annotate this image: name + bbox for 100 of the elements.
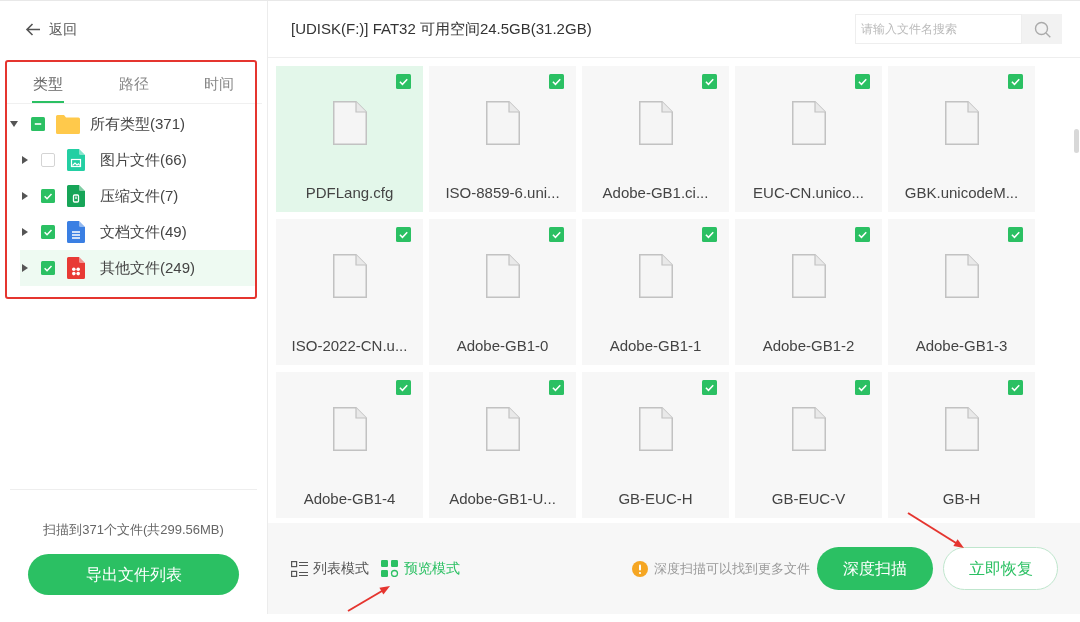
checkbox[interactable] xyxy=(41,261,55,275)
tree-item[interactable]: 文档文件(49) xyxy=(20,214,255,250)
file-name: GBK.unicodeM... xyxy=(904,183,1019,203)
file-tile[interactable]: ISO-8859-6.uni... xyxy=(429,66,576,212)
file-name: Adobe-GB1.ci... xyxy=(602,183,709,203)
archive-file-icon xyxy=(67,185,85,207)
drive-info-title: [UDISK(F:)] FAT32 可用空间24.5GB(31.2GB) xyxy=(291,18,592,39)
caret-icon[interactable] xyxy=(10,120,18,128)
file-tile[interactable]: GB-EUC-V xyxy=(735,372,882,518)
file-icon xyxy=(791,254,826,298)
file-icon xyxy=(944,254,979,298)
caret-icon[interactable] xyxy=(21,192,29,200)
tree-item[interactable]: 图片文件(66) xyxy=(20,142,255,178)
tree-label: 压缩文件(7) xyxy=(100,185,179,206)
file-icon xyxy=(485,254,520,298)
search-icon xyxy=(1033,20,1051,38)
file-icon xyxy=(485,101,520,145)
document-file-icon xyxy=(67,221,85,243)
file-name: EUC-CN.unico... xyxy=(753,183,864,203)
file-name: GB-H xyxy=(942,489,981,509)
file-tile[interactable]: Adobe-GB1-4 xyxy=(276,372,423,518)
checkbox[interactable] xyxy=(41,153,55,167)
list-icon xyxy=(291,560,308,577)
tab[interactable]: 类型 xyxy=(31,62,64,103)
file-icon xyxy=(944,407,979,451)
checkbox[interactable] xyxy=(549,380,564,395)
search-field[interactable]: 请输入文件名搜索 xyxy=(855,14,1022,44)
file-name: ISO-8859-6.uni... xyxy=(445,183,560,203)
file-name: Adobe-GB1-4 xyxy=(303,489,396,509)
warning-icon xyxy=(632,560,648,577)
file-icon xyxy=(332,101,367,145)
file-tile[interactable]: Adobe-GB1.ci... xyxy=(582,66,729,212)
scan-summary: 扫描到371个文件(共299.56MB) xyxy=(42,521,225,539)
checkbox[interactable] xyxy=(396,380,411,395)
hint-text: 深度扫描可以找到更多文件 xyxy=(654,559,810,578)
file-icon xyxy=(791,407,826,451)
tree-item[interactable]: 压缩文件(7) xyxy=(20,178,255,214)
grid-icon xyxy=(381,560,399,577)
back-button[interactable]: 返回 xyxy=(25,19,77,40)
checkbox[interactable] xyxy=(31,117,45,131)
tree-label: 其他文件(249) xyxy=(100,257,196,278)
checkbox[interactable] xyxy=(855,227,870,242)
file-icon xyxy=(332,407,367,451)
checkbox[interactable] xyxy=(396,74,411,89)
caret-icon[interactable] xyxy=(21,228,29,236)
file-tile[interactable]: ISO-2022-CN.u... xyxy=(276,219,423,365)
file-tile[interactable]: GBK.unicodeM... xyxy=(888,66,1035,212)
file-name: PDFLang.cfg xyxy=(305,183,394,203)
file-tile[interactable]: Adobe-GB1-1 xyxy=(582,219,729,365)
tree-item[interactable]: 其他文件(249) xyxy=(20,250,255,286)
tree-item[interactable]: 所有类型(371) xyxy=(0,106,267,142)
annotation-arrow xyxy=(906,511,966,550)
file-name: GB-EUC-V xyxy=(771,489,846,509)
folder-icon xyxy=(56,114,80,134)
caret-icon[interactable] xyxy=(21,156,29,164)
file-icon xyxy=(638,407,673,451)
file-name: Adobe-GB1-2 xyxy=(762,336,855,356)
list-view-button[interactable]: 列表模式 xyxy=(291,558,369,579)
arrow-left-icon xyxy=(25,23,41,36)
file-name: Adobe-GB1-0 xyxy=(456,336,549,356)
checkbox[interactable] xyxy=(1008,380,1023,395)
file-name: GB-EUC-H xyxy=(618,489,693,509)
search-button[interactable] xyxy=(1022,14,1062,44)
file-tile[interactable]: EUC-CN.unico... xyxy=(735,66,882,212)
file-icon xyxy=(67,257,85,279)
tab[interactable]: 时间 xyxy=(203,62,236,103)
checkbox[interactable] xyxy=(702,227,717,242)
checkbox[interactable] xyxy=(855,380,870,395)
file-name: Adobe-GB1-1 xyxy=(609,336,702,356)
checkbox[interactable] xyxy=(855,74,870,89)
checkbox[interactable] xyxy=(396,227,411,242)
file-tile[interactable]: Adobe-GB1-U... xyxy=(429,372,576,518)
checkbox[interactable] xyxy=(41,189,55,203)
file-icon xyxy=(791,101,826,145)
file-name: ISO-2022-CN.u... xyxy=(291,336,408,356)
file-tile[interactable]: Adobe-GB1-3 xyxy=(888,219,1035,365)
file-tile[interactable]: Adobe-GB1-2 xyxy=(735,219,882,365)
tree-label: 所有类型(371) xyxy=(90,113,186,134)
file-name: Adobe-GB1-U... xyxy=(449,489,556,509)
file-icon xyxy=(944,101,979,145)
caret-icon[interactable] xyxy=(21,264,29,272)
checkbox[interactable] xyxy=(41,225,55,239)
file-tile[interactable]: GB-H xyxy=(888,372,1035,518)
scrollbar-thumb[interactable] xyxy=(1074,129,1079,153)
checkbox[interactable] xyxy=(702,380,717,395)
file-icon xyxy=(485,407,520,451)
file-icon xyxy=(638,101,673,145)
checkbox[interactable] xyxy=(549,227,564,242)
tree-label: 图片文件(66) xyxy=(100,149,187,170)
image-file-icon xyxy=(67,149,85,171)
file-icon xyxy=(638,254,673,298)
checkbox[interactable] xyxy=(1008,74,1023,89)
checkbox[interactable] xyxy=(702,74,717,89)
tab[interactable]: 路径 xyxy=(117,62,150,103)
file-name: Adobe-GB1-3 xyxy=(915,336,1008,356)
checkbox[interactable] xyxy=(1008,227,1023,242)
file-tile[interactable]: GB-EUC-H xyxy=(582,372,729,518)
checkbox[interactable] xyxy=(549,74,564,89)
file-tile[interactable]: Adobe-GB1-0 xyxy=(429,219,576,365)
file-tile[interactable]: PDFLang.cfg xyxy=(276,66,423,212)
